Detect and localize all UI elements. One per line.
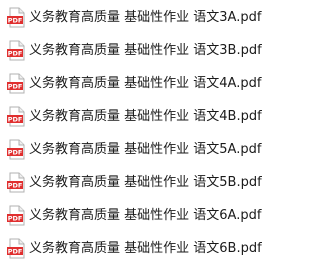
file-item[interactable]: PDF 义务教育高质量 基础性作业 语文4A.pdf bbox=[0, 71, 261, 97]
pdf-file-icon: PDF bbox=[7, 238, 26, 260]
file-list: PDF 义务教育高质量 基础性作业 语文3A.pdf PDF 义务教育高质量 基… bbox=[0, 0, 262, 268]
pdf-file-icon: PDF bbox=[7, 40, 26, 62]
file-item[interactable]: PDF 义务教育高质量 基础性作业 语文6B.pdf bbox=[0, 236, 262, 262]
file-item[interactable]: PDF 义务教育高质量 基础性作业 语文5B.pdf bbox=[0, 170, 262, 196]
file-name: 义务教育高质量 基础性作业 语文5B.pdf bbox=[29, 175, 262, 190]
file-name: 义务教育高质量 基础性作业 语文3B.pdf bbox=[29, 43, 262, 58]
file-item[interactable]: PDF 义务教育高质量 基础性作业 语文5A.pdf bbox=[0, 137, 261, 163]
pdf-badge-label: PDF bbox=[8, 248, 23, 256]
pdf-file-icon: PDF bbox=[7, 172, 26, 194]
pdf-file-icon: PDF bbox=[7, 73, 26, 95]
pdf-file-icon: PDF bbox=[7, 7, 26, 29]
file-item[interactable]: PDF 义务教育高质量 基础性作业 语文6A.pdf bbox=[0, 203, 261, 229]
file-item[interactable]: PDF 义务教育高质量 基础性作业 语文3A.pdf bbox=[0, 5, 261, 31]
pdf-badge-label: PDF bbox=[8, 83, 23, 91]
file-name: 义务教育高质量 基础性作业 语文6B.pdf bbox=[29, 241, 262, 256]
pdf-badge-label: PDF bbox=[8, 116, 23, 124]
file-item[interactable]: PDF 义务教育高质量 基础性作业 语文3B.pdf bbox=[0, 38, 262, 64]
pdf-badge-label: PDF bbox=[8, 215, 23, 223]
file-name: 义务教育高质量 基础性作业 语文4B.pdf bbox=[29, 109, 262, 124]
pdf-badge-label: PDF bbox=[8, 149, 23, 157]
file-name: 义务教育高质量 基础性作业 语文5A.pdf bbox=[29, 142, 262, 157]
file-item[interactable]: PDF 义务教育高质量 基础性作业 语文4B.pdf bbox=[0, 104, 262, 130]
pdf-file-icon: PDF bbox=[7, 106, 26, 128]
pdf-file-icon: PDF bbox=[7, 205, 26, 227]
file-name: 义务教育高质量 基础性作业 语文4A.pdf bbox=[29, 76, 262, 91]
pdf-badge-label: PDF bbox=[8, 50, 23, 58]
pdf-file-icon: PDF bbox=[7, 139, 26, 161]
pdf-badge-label: PDF bbox=[8, 182, 23, 190]
file-name: 义务教育高质量 基础性作业 语文6A.pdf bbox=[29, 208, 262, 223]
pdf-badge-label: PDF bbox=[8, 17, 23, 25]
file-name: 义务教育高质量 基础性作业 语文3A.pdf bbox=[29, 10, 262, 25]
